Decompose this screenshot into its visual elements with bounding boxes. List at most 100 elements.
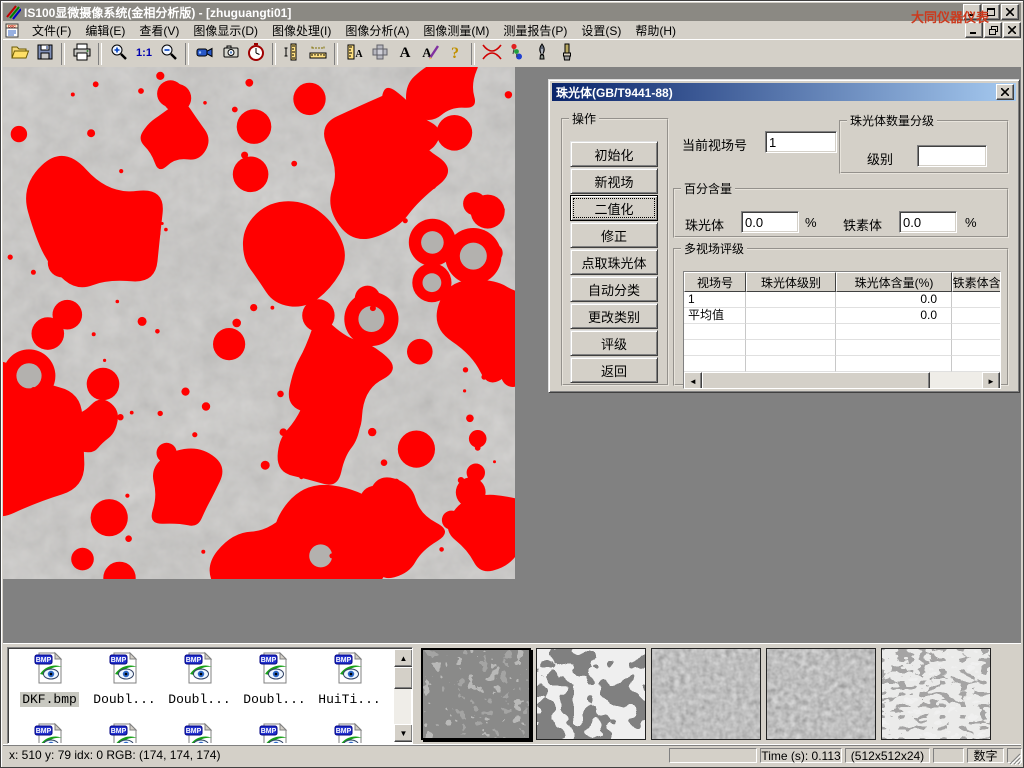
menu-item-5[interactable]: 图像处理(I) xyxy=(265,21,338,40)
op-button-1[interactable]: 初始化 xyxy=(570,141,658,167)
close-button[interactable] xyxy=(1001,4,1019,20)
table-row[interactable]: 平均值0.0 xyxy=(684,308,1000,324)
maximize-button[interactable] xyxy=(982,4,1000,20)
caliper-button[interactable] xyxy=(280,42,305,66)
timer-button[interactable] xyxy=(243,42,268,66)
document-icon[interactable]: DOC xyxy=(5,23,21,38)
pearlite-percent-input[interactable] xyxy=(741,211,799,233)
scroll-down-icon[interactable]: ▼ xyxy=(394,724,413,742)
grading-group: 珠光体数量分级 级别 xyxy=(839,112,1009,174)
table-row[interactable] xyxy=(684,356,1000,372)
mdi-restore-button[interactable] xyxy=(984,22,1002,38)
mdi-minimize-button[interactable] xyxy=(965,22,983,38)
bmp-file-icon: BMP xyxy=(333,651,367,685)
zoom-in-button[interactable] xyxy=(106,42,131,66)
ferrite-percent-input[interactable] xyxy=(899,211,957,233)
current-field-input[interactable] xyxy=(765,131,837,153)
file-item-5[interactable]: BMPHuiTi... xyxy=(312,651,387,708)
op-button-3[interactable]: 二值化 xyxy=(570,195,658,221)
menu-item-7[interactable]: 图像测量(M) xyxy=(416,21,496,40)
scroll-up-icon[interactable]: ▲ xyxy=(394,649,413,667)
op-button-5[interactable]: 点取珠光体 xyxy=(570,249,658,275)
op-button-6[interactable]: 自动分类 xyxy=(570,276,658,302)
file-item-row2-1[interactable]: BMP xyxy=(12,722,87,744)
micrograph-canvas[interactable] xyxy=(3,67,515,579)
capture-icon xyxy=(221,42,241,67)
grid-button[interactable] xyxy=(367,42,392,66)
window-title: IS100显微摄像系统(金相分析版) - [zhuguangti01] xyxy=(24,4,291,21)
scroll-right-icon[interactable]: ► xyxy=(982,372,1000,389)
bmp-file-icon: BMP xyxy=(33,651,67,685)
op-button-2[interactable]: 新视场 xyxy=(570,168,658,194)
file-item-row2-4[interactable]: BMP xyxy=(237,722,312,744)
op-button-8[interactable]: 评级 xyxy=(570,330,658,356)
table-header-1[interactable]: 视场号 xyxy=(684,272,746,292)
text-button[interactable]: A xyxy=(392,42,417,66)
actual-size-icon: 1:1 xyxy=(134,42,154,67)
thumbnail-1[interactable] xyxy=(421,648,531,740)
file-v-scrollbar[interactable]: ▲ ▼ xyxy=(394,649,411,742)
mdi-close-button[interactable] xyxy=(1003,22,1021,38)
menu-item-10[interactable]: 帮助(H) xyxy=(628,21,683,40)
scroll-left-icon[interactable]: ◄ xyxy=(684,372,702,389)
dialog-close-button[interactable] xyxy=(996,84,1014,100)
capture-button[interactable] xyxy=(218,42,243,66)
table-row[interactable] xyxy=(684,340,1000,356)
menu-item-9[interactable]: 设置(S) xyxy=(574,21,628,40)
file-name: DKF.bmp xyxy=(20,692,79,707)
menu-item-1[interactable]: 文件(F) xyxy=(25,21,78,40)
curve-measure-button[interactable] xyxy=(479,42,504,66)
brush-button[interactable] xyxy=(554,42,579,66)
minimize-button[interactable] xyxy=(963,4,981,20)
op-button-4[interactable]: 修正 xyxy=(570,222,658,248)
menu-item-8[interactable]: 测量报告(P) xyxy=(496,21,574,40)
rating-table[interactable]: 视场号珠光体级别珠光体含量(%)铁素体含量(%) 10.0平均值0.0 ◄ ► xyxy=(683,271,1001,389)
file-item-3[interactable]: BMPDoubl... xyxy=(162,651,237,708)
file-item-4[interactable]: BMPDoubl... xyxy=(237,651,312,708)
thumbnail-2[interactable] xyxy=(536,648,646,740)
bmp-file-icon: BMP xyxy=(108,722,142,744)
ruler-button[interactable] xyxy=(305,42,330,66)
zoom-out-button[interactable] xyxy=(156,42,181,66)
measure-text-button[interactable]: A xyxy=(342,42,367,66)
level-input[interactable] xyxy=(917,145,987,167)
svg-text:BMP: BMP xyxy=(185,657,201,664)
table-row[interactable]: 10.0 xyxy=(684,292,1000,308)
file-item-row2-5[interactable]: BMP xyxy=(312,722,387,744)
help-button[interactable]: ? xyxy=(442,42,467,66)
menu-item-2[interactable]: 编辑(E) xyxy=(78,21,132,40)
file-item-1[interactable]: BMP DKF.bmp xyxy=(12,651,87,708)
phase-count-button[interactable] xyxy=(504,42,529,66)
table-cell xyxy=(836,356,952,372)
print-button[interactable] xyxy=(69,42,94,66)
menu-item-3[interactable]: 查看(V) xyxy=(132,21,186,40)
video-camera-button[interactable] xyxy=(193,42,218,66)
op-button-7[interactable]: 更改类别 xyxy=(570,303,658,329)
file-item-2[interactable]: BMPDoubl... xyxy=(87,651,162,708)
status-bar: x: 510 y: 79 idx: 0 RGB: (174, 174, 174)… xyxy=(3,745,1021,765)
menu-item-6[interactable]: 图像分析(A) xyxy=(338,21,416,40)
table-header-2[interactable]: 珠光体级别 xyxy=(746,272,836,292)
op-button-9[interactable]: 返回 xyxy=(570,357,658,383)
actual-size-button[interactable]: 1:1 xyxy=(131,42,156,66)
thumbnail-3[interactable] xyxy=(651,648,761,740)
scroll-thumb[interactable] xyxy=(702,372,930,389)
file-item-row2-2[interactable]: BMP xyxy=(87,722,162,744)
table-row[interactable] xyxy=(684,324,1000,340)
open-folder-icon xyxy=(10,42,30,67)
menu-item-4[interactable]: 图像显示(D) xyxy=(186,21,265,40)
table-h-scrollbar[interactable]: ◄ ► xyxy=(684,372,1000,388)
thumbnail-5[interactable] xyxy=(881,648,991,740)
save-button[interactable] xyxy=(32,42,57,66)
annotate-button[interactable]: A xyxy=(417,42,442,66)
table-header-4[interactable]: 铁素体含量(%) xyxy=(952,272,1001,292)
file-item-row2-3[interactable]: BMP xyxy=(162,722,237,744)
pen-button[interactable] xyxy=(529,42,554,66)
table-header-3[interactable]: 珠光体含量(%) xyxy=(836,272,952,292)
dialog-title-bar[interactable]: 珠光体(GB/T9441-88) xyxy=(552,83,1016,101)
resize-grip[interactable] xyxy=(1007,751,1021,765)
thumbnail-4[interactable] xyxy=(766,648,876,740)
open-folder-button[interactable] xyxy=(7,42,32,66)
status-pane-empty-2 xyxy=(933,748,964,763)
scroll-thumb[interactable] xyxy=(394,667,413,689)
